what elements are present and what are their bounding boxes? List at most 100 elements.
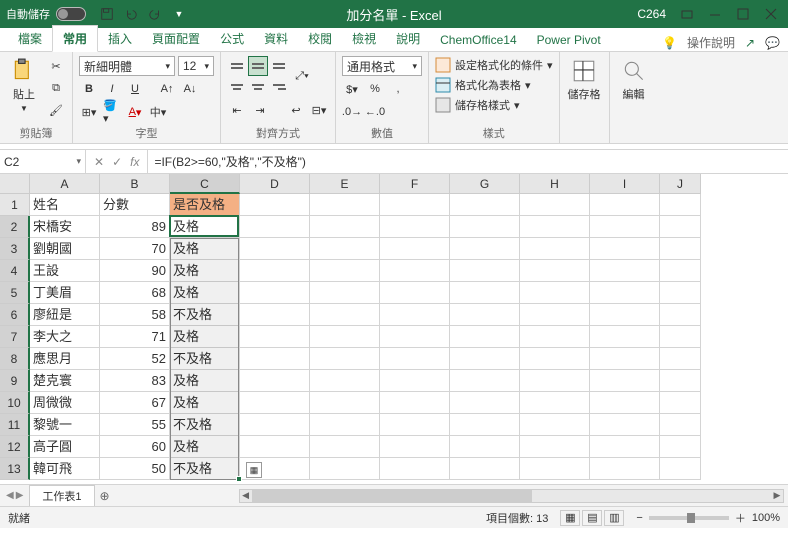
autosave-toggle[interactable] [56, 7, 86, 21]
tab-file[interactable]: 檔案 [8, 26, 52, 51]
bold-button[interactable]: B [79, 79, 99, 99]
enter-formula-icon[interactable]: ✓ [112, 155, 122, 169]
column-header[interactable]: D [240, 174, 310, 194]
row-header[interactable]: 2 [0, 216, 30, 238]
cell[interactable] [450, 304, 520, 326]
cell[interactable]: 52 [100, 348, 170, 370]
row-header[interactable]: 12 [0, 436, 30, 458]
name-box[interactable]: C2▾ [0, 150, 86, 173]
wrap-text-icon[interactable]: ↩ [286, 100, 306, 120]
cell[interactable] [660, 370, 701, 392]
column-header[interactable]: B [100, 174, 170, 194]
align-bottom-icon[interactable] [269, 56, 289, 76]
cell[interactable] [310, 238, 380, 260]
tab-help[interactable]: 說明 [386, 26, 430, 51]
cell[interactable]: 90 [100, 260, 170, 282]
phonetic-icon[interactable]: 中▾ [148, 102, 168, 122]
cell[interactable] [450, 216, 520, 238]
cell[interactable] [240, 370, 310, 392]
cell[interactable] [380, 216, 450, 238]
cell[interactable] [310, 304, 380, 326]
cell[interactable] [590, 282, 660, 304]
increase-indent-icon[interactable]: ⇥ [250, 100, 270, 120]
cell[interactable] [590, 348, 660, 370]
decrease-indent-icon[interactable]: ⇤ [227, 100, 247, 120]
cell[interactable]: 王設 [30, 260, 100, 282]
close-icon[interactable] [764, 7, 778, 21]
cell[interactable]: 68 [100, 282, 170, 304]
cell[interactable] [590, 326, 660, 348]
cell[interactable] [520, 392, 590, 414]
cell[interactable]: 應思月 [30, 348, 100, 370]
cell[interactable] [520, 194, 590, 216]
cell[interactable]: 及格 [170, 216, 240, 238]
sheet-nav-prev-icon[interactable]: ◀ [6, 490, 14, 501]
cell[interactable] [660, 260, 701, 282]
cell[interactable] [660, 414, 701, 436]
cell[interactable] [310, 282, 380, 304]
cell[interactable]: 71 [100, 326, 170, 348]
underline-button[interactable]: U [125, 79, 145, 99]
cell[interactable] [380, 260, 450, 282]
cell[interactable]: 不及格 [170, 348, 240, 370]
editing-button[interactable]: 編輯 [616, 56, 652, 104]
cell[interactable]: 及格 [170, 392, 240, 414]
cell[interactable] [590, 436, 660, 458]
tell-me-label[interactable]: 操作說明 [687, 34, 735, 51]
cell[interactable] [660, 436, 701, 458]
cell[interactable] [660, 458, 701, 480]
cell[interactable] [380, 436, 450, 458]
cut-icon[interactable]: ✂ [46, 56, 66, 76]
cell[interactable] [240, 260, 310, 282]
add-sheet-icon[interactable]: ⊕ [95, 489, 115, 503]
cell[interactable] [380, 326, 450, 348]
minimize-icon[interactable] [708, 7, 722, 21]
tell-me-icon[interactable]: 💡 [662, 36, 677, 50]
align-middle-icon[interactable] [248, 56, 268, 76]
cells-button[interactable]: 儲存格 [566, 56, 603, 104]
row-header[interactable]: 11 [0, 414, 30, 436]
tab-insert[interactable]: 插入 [98, 26, 142, 51]
cell[interactable] [310, 392, 380, 414]
row-header[interactable]: 6 [0, 304, 30, 326]
fill-handle[interactable] [236, 476, 242, 482]
tab-data[interactable]: 資料 [254, 26, 298, 51]
decrease-decimal-icon[interactable]: ←.0 [365, 102, 385, 122]
number-format-select[interactable]: 通用格式▾ [342, 56, 422, 76]
cell[interactable]: 韓可飛 [30, 458, 100, 480]
cell-styles-button[interactable]: 儲存格樣式▾ [435, 96, 553, 114]
row-header[interactable]: 5 [0, 282, 30, 304]
row-header[interactable]: 4 [0, 260, 30, 282]
undo-icon[interactable] [124, 7, 138, 21]
cell[interactable]: 丁美眉 [30, 282, 100, 304]
tab-chemoffice[interactable]: ChemOffice14 [430, 29, 526, 51]
cell[interactable] [660, 282, 701, 304]
tab-view[interactable]: 檢視 [342, 26, 386, 51]
tab-powerpivot[interactable]: Power Pivot [527, 29, 611, 51]
cell[interactable]: 周微微 [30, 392, 100, 414]
cell[interactable]: 高子圓 [30, 436, 100, 458]
cell[interactable] [380, 238, 450, 260]
cell[interactable] [380, 458, 450, 480]
cell[interactable] [240, 282, 310, 304]
cell[interactable] [310, 370, 380, 392]
maximize-icon[interactable] [736, 7, 750, 21]
cell[interactable] [240, 326, 310, 348]
cell[interactable]: 及格 [170, 370, 240, 392]
cell[interactable] [380, 304, 450, 326]
cell[interactable] [310, 414, 380, 436]
cell[interactable]: 劉朝國 [30, 238, 100, 260]
currency-icon[interactable]: $▾ [342, 79, 362, 99]
row-header[interactable]: 1 [0, 194, 30, 216]
share-icon[interactable]: ↗ [745, 36, 755, 50]
cell[interactable]: 是否及格 [170, 194, 240, 216]
row-header[interactable]: 9 [0, 370, 30, 392]
cell[interactable] [520, 414, 590, 436]
cell[interactable] [520, 370, 590, 392]
cell[interactable] [520, 238, 590, 260]
cell[interactable] [590, 304, 660, 326]
cell[interactable]: 分數 [100, 194, 170, 216]
cell[interactable]: 50 [100, 458, 170, 480]
cell[interactable]: 及格 [170, 436, 240, 458]
cell[interactable] [380, 414, 450, 436]
